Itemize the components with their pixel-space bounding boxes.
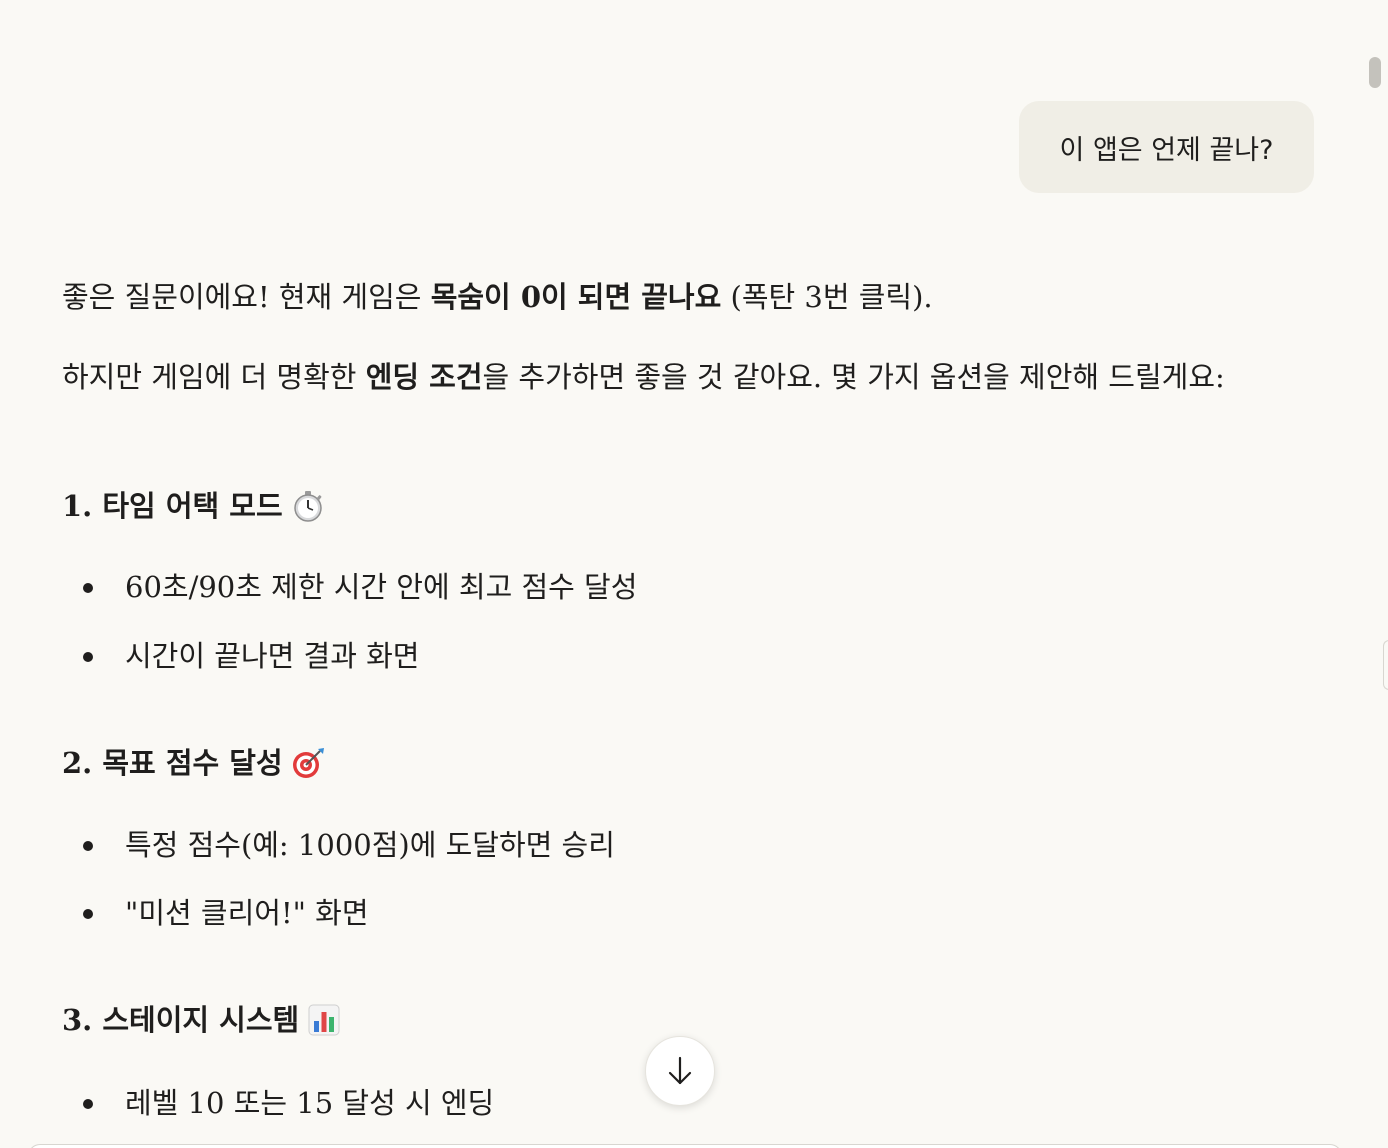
reply-paragraph-1: 좋은 질문이에요! 현재 게임은 목숨이 0이 되면 끝나요 (폭탄 3번 클릭… [62,273,933,321]
reply-bold-text: 엔딩 조건 [365,360,483,394]
reply-paragraph-2: 하지만 게임에 더 명확한 엔딩 조건을 추가하면 좋을 것 같아요. 몇 가지… [62,353,1252,401]
scrollbar-thumb[interactable] [1369,57,1381,88]
bullet-dot [83,909,93,919]
section-heading-text: 2. 목표 점수 달성 [62,746,283,780]
bar-chart-icon [307,1003,341,1037]
reply-text: 하지만 게임에 더 명확한 [62,360,366,394]
list-item-text: 특정 점수(예: 1000점)에 도달하면 승리 [125,828,615,862]
arrow-down-icon [668,1056,692,1085]
bullet-dot [83,583,93,593]
target-icon [291,746,325,780]
section-heading: 3. 스테이지 시스템 [62,996,341,1044]
list-item-text: 레벨 10 또는 15 달성 시 엔딩 [125,1086,495,1120]
message-composer[interactable] [28,1144,1342,1148]
section-heading-text: 3. 스테이지 시스템 [62,1003,300,1037]
section-heading-text: 1. 타임 어택 모드 [62,489,283,523]
reply-text: 좋은 질문이에요! 현재 게임은 [62,280,431,314]
bullet-dot [83,841,93,851]
user-message-text: 이 앱은 언제 끝나? [1059,134,1274,166]
bullet-dot [83,652,93,662]
reply-text: (폭탄 3번 클릭). [721,280,933,314]
bullet-dot [83,1099,93,1109]
section-heading: 1. 타임 어택 모드 [62,482,325,530]
list-item-text: 시간이 끝나면 결과 화면 [125,639,420,673]
section-heading: 2. 목표 점수 달성 [62,739,325,787]
list-item-text: "미션 클리어!" 화면 [125,896,369,930]
side-panel-handle[interactable] [1383,640,1388,690]
scroll-to-bottom-button[interactable] [645,1036,715,1106]
reply-bold-text: 목숨이 0이 되면 끝나요 [430,280,722,314]
stopwatch-icon [291,489,325,523]
user-message-bubble: 이 앱은 언제 끝나? [1019,101,1314,193]
reply-text: 을 추가하면 좋을 것 같아요. 몇 가지 옵션을 제안해 드릴게요: [482,360,1225,394]
list-item-text: 60초/90초 제한 시간 안에 최고 점수 달성 [125,570,638,604]
